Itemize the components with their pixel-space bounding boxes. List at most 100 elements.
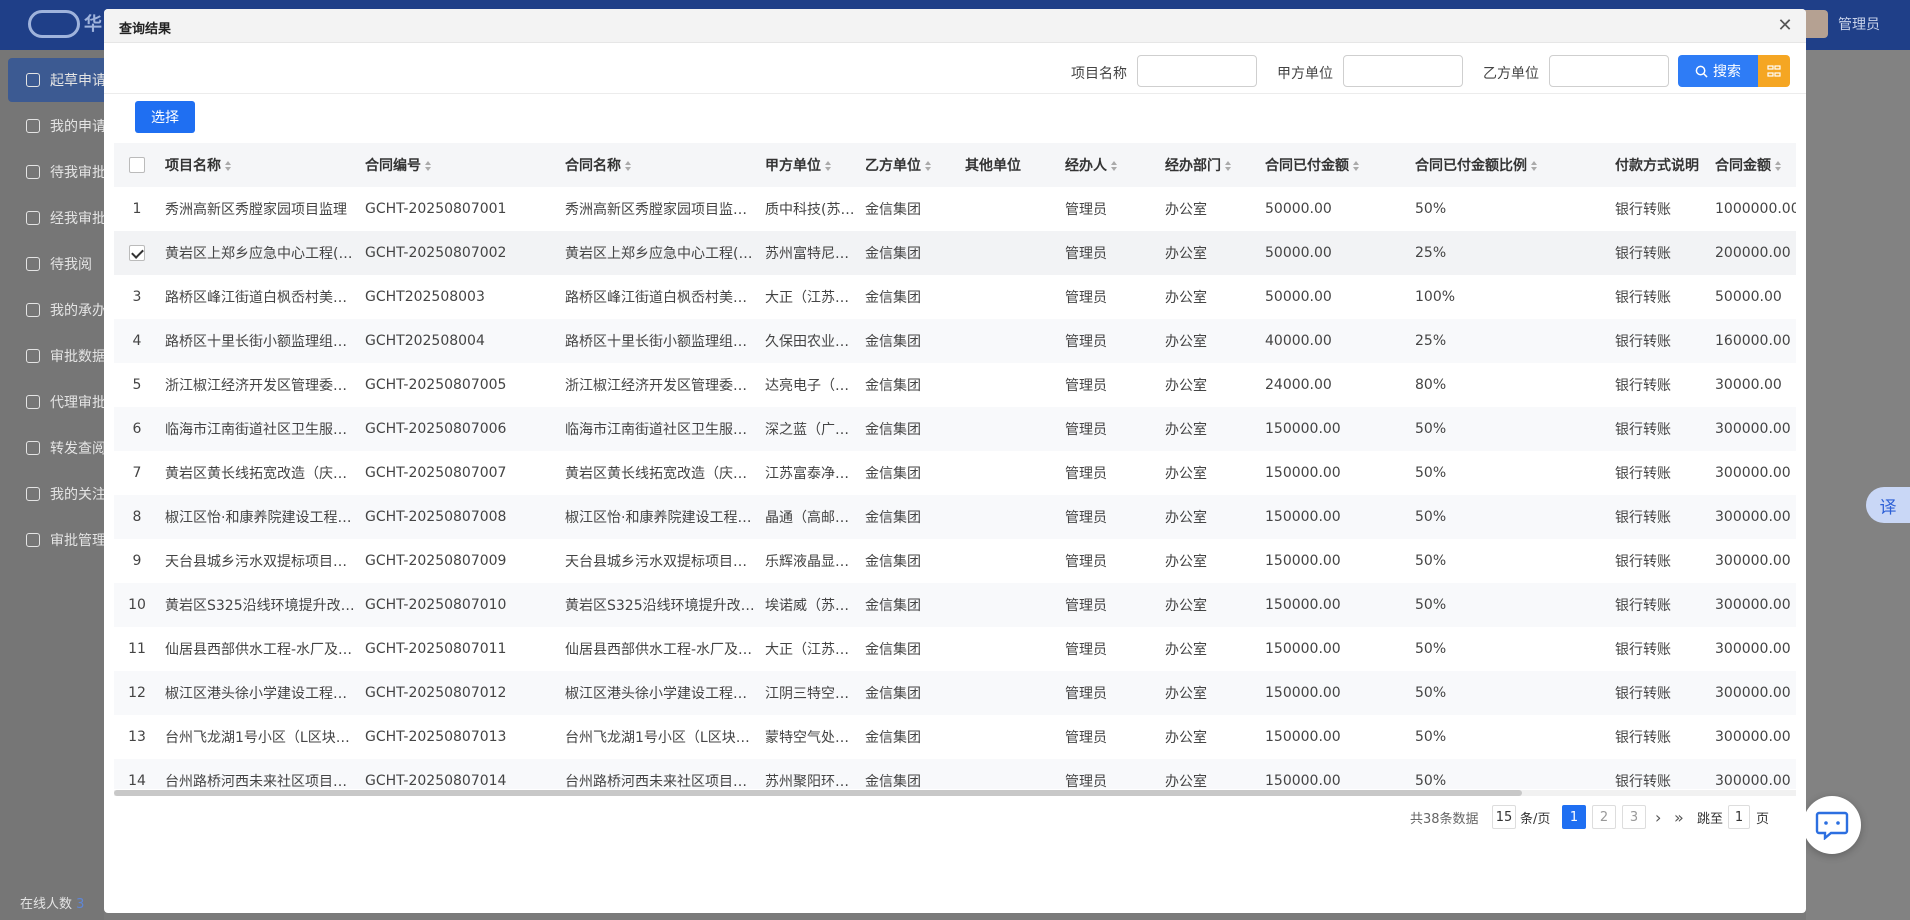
table-row[interactable]: 4 路桥区十里长街小额监理组合… GCHT202508004 路桥区十里长街小额监理组… — [114, 319, 1796, 363]
cell-party-a: 久保田农业机… — [760, 319, 860, 363]
row-checkbox[interactable] — [129, 245, 145, 261]
sidebar-item[interactable]: 我的承办 — [26, 288, 104, 332]
scrollbar-thumb[interactable] — [114, 790, 1522, 796]
table-row[interactable]: 10 黄岩区S325沿线环境提升改… GCHT-20250807010 黄岩区S325… — [114, 583, 1796, 627]
horizontal-scrollbar[interactable] — [114, 790, 1796, 796]
col-department[interactable]: 经办部门 — [1160, 143, 1260, 187]
cell-paid-ratio: 50% — [1415, 465, 1447, 481]
sidebar-item[interactable]: 经我审批 — [26, 196, 104, 240]
cell-payment-method: 银行转账 — [1615, 642, 1671, 658]
table-row[interactable]: 3 路桥区峰江街道白枫岙村美丽… GCHT202508003 路桥区峰江街道白枫岙村美… — [114, 275, 1796, 319]
cell-party-a: 晶通（高邮）… — [760, 495, 860, 539]
cell-contract-name: 台州飞龙湖1号小区（L区块）… — [565, 730, 760, 746]
advanced-filter-button[interactable] — [1758, 55, 1790, 87]
cell-party-b: 金信集团 — [860, 495, 960, 539]
table-row[interactable]: 黄岩区上郑乡应急中心工程(… GCHT-20250807002 黄岩区上郑乡应急中心… — [114, 231, 1796, 275]
table-row[interactable]: 7 黄岩区黄长线拓宽改造（庆丰… GCHT-20250807007 黄岩区黄长线拓宽改… — [114, 451, 1796, 495]
sidebar-item[interactable]: 我的申请 — [26, 104, 104, 148]
table-row[interactable]: 13 台州飞龙湖1号小区（L区块）… GCHT-20250807013 台州飞龙湖1号… — [114, 715, 1796, 759]
table-row[interactable]: 6 临海市江南街道社区卫生服务… GCHT-20250807006 临海市江南街道社区… — [114, 407, 1796, 451]
table-row[interactable]: 5 浙江椒江经济开发区管理委员… GCHT-20250807005 浙江椒江经济开发区… — [114, 363, 1796, 407]
col-project-name[interactable]: 项目名称 — [160, 143, 360, 187]
cell-department: 办公室 — [1165, 202, 1207, 218]
cell-payment-method: 银行转账 — [1610, 583, 1710, 627]
cell-paid-amount: 40000.00 — [1260, 319, 1410, 363]
row-number[interactable]: 7 — [114, 451, 160, 495]
row-checkbox-cell[interactable] — [114, 231, 160, 275]
cell-department: 办公室 — [1165, 554, 1207, 570]
page-3-button[interactable]: 3 — [1622, 805, 1646, 829]
last-page-icon[interactable]: » — [1674, 805, 1684, 829]
row-number[interactable]: 4 — [114, 319, 160, 363]
party-a-input[interactable] — [1343, 55, 1463, 87]
party-b-input[interactable] — [1549, 55, 1669, 87]
cell-handler: 管理员 — [1060, 407, 1160, 451]
table-row[interactable]: 11 仙居县西部供水工程-水厂及… GCHT-20250807011 仙居县西部供水工… — [114, 627, 1796, 671]
col-party-a[interactable]: 甲方单位 — [760, 143, 860, 187]
page-1-button[interactable]: 1 — [1562, 805, 1586, 829]
sort-icon[interactable] — [1531, 161, 1538, 171]
cell-contract-code: GCHT-20250807011 — [365, 641, 507, 657]
sort-icon[interactable] — [1775, 161, 1782, 171]
sidebar-item[interactable]: 待我阅 — [26, 242, 104, 286]
select-button[interactable]: 选择 — [135, 101, 195, 133]
table-row[interactable]: 9 天台县城乡污水双提标项目（… GCHT-20250807009 天台县城乡污水双提… — [114, 539, 1796, 583]
page-size-select[interactable]: 15 — [1492, 805, 1516, 829]
sort-icon[interactable] — [225, 161, 232, 171]
cell-paid-ratio: 25% — [1410, 231, 1610, 275]
close-icon[interactable]: ✕ — [1774, 15, 1796, 37]
sidebar-item[interactable]: 审批数据 — [26, 334, 104, 378]
row-number[interactable]: 14 — [114, 759, 160, 789]
row-number[interactable]: 3 — [114, 275, 160, 319]
cell-department: 办公室 — [1160, 407, 1260, 451]
col-contract-amount[interactable]: 合同金额 — [1710, 143, 1796, 187]
table-row[interactable]: 12 椒江区港头徐小学建设工程（… GCHT-20250807012 椒江区港头徐小学… — [114, 671, 1796, 715]
next-page-icon[interactable]: › — [1655, 805, 1661, 829]
page-2-button[interactable]: 2 — [1592, 805, 1616, 829]
sort-icon[interactable] — [925, 161, 932, 171]
row-number[interactable]: 13 — [114, 715, 160, 759]
user-menu[interactable]: 管理员 — [1800, 10, 1880, 38]
sort-icon[interactable] — [425, 161, 432, 171]
row-number[interactable]: 12 — [114, 671, 160, 715]
col-paid-amount[interactable]: 合同已付金额 — [1260, 143, 1410, 187]
table-row[interactable]: 1 秀洲高新区秀膛家园项目监理 GCHT-20250807001 秀洲高新区秀膛家园项… — [114, 187, 1796, 231]
sidebar-item[interactable]: 代理审批 — [26, 380, 104, 424]
chat-assistant-button[interactable] — [1803, 796, 1861, 854]
col-paid-ratio[interactable]: 合同已付金额比例 — [1410, 143, 1610, 187]
cell-party-a: 达亮电子（滁… — [765, 378, 860, 394]
sort-icon[interactable] — [1225, 161, 1232, 171]
row-number[interactable]: 8 — [114, 495, 160, 539]
select-all-checkbox-cell[interactable] — [114, 143, 160, 187]
row-number[interactable]: 11 — [114, 627, 160, 671]
sort-icon[interactable] — [825, 161, 832, 171]
jump-page-input[interactable]: 1 — [1728, 805, 1750, 829]
sidebar-item[interactable]: 审批管理 — [26, 518, 104, 562]
translate-button[interactable]: 译 — [1866, 487, 1910, 523]
col-contract-code[interactable]: 合同编号 — [360, 143, 560, 187]
sidebar-item-label: 审批管理 — [50, 533, 104, 549]
table-row[interactable]: 8 椒江区怡·和康养院建设工程… GCHT-20250807008 椒江区怡·和康养院… — [114, 495, 1796, 539]
col-party-b[interactable]: 乙方单位 — [860, 143, 960, 187]
col-handler[interactable]: 经办人 — [1060, 143, 1160, 187]
sort-icon[interactable] — [625, 161, 632, 171]
sidebar-item[interactable]: 我的关注 — [26, 472, 104, 516]
row-number[interactable]: 6 — [114, 407, 160, 451]
sort-icon[interactable] — [1111, 161, 1118, 171]
row-number[interactable]: 1 — [114, 187, 160, 231]
sort-icon[interactable] — [1353, 161, 1360, 171]
select-all-checkbox[interactable] — [129, 157, 145, 173]
search-button[interactable]: 搜索 — [1678, 55, 1758, 87]
cell-contract-code: GCHT-20250807006 — [360, 407, 560, 451]
row-number[interactable]: 10 — [114, 583, 160, 627]
sidebar-item-label: 代理审批 — [50, 395, 104, 411]
row-number[interactable]: 5 — [114, 363, 160, 407]
project-name-input[interactable] — [1137, 55, 1257, 87]
col-contract-name[interactable]: 合同名称 — [560, 143, 760, 187]
sidebar-item[interactable]: 转发查阅 — [26, 426, 104, 470]
table-row[interactable]: 14 台州路桥河西未来社区项目（… GCHT-20250807014 台州路桥河西未来… — [114, 759, 1796, 789]
sidebar-item[interactable]: 待我审批 — [26, 150, 104, 194]
cell-other-party — [960, 495, 1060, 539]
sidebar-item[interactable]: 起草申请 — [8, 58, 104, 102]
row-number[interactable]: 9 — [114, 539, 160, 583]
